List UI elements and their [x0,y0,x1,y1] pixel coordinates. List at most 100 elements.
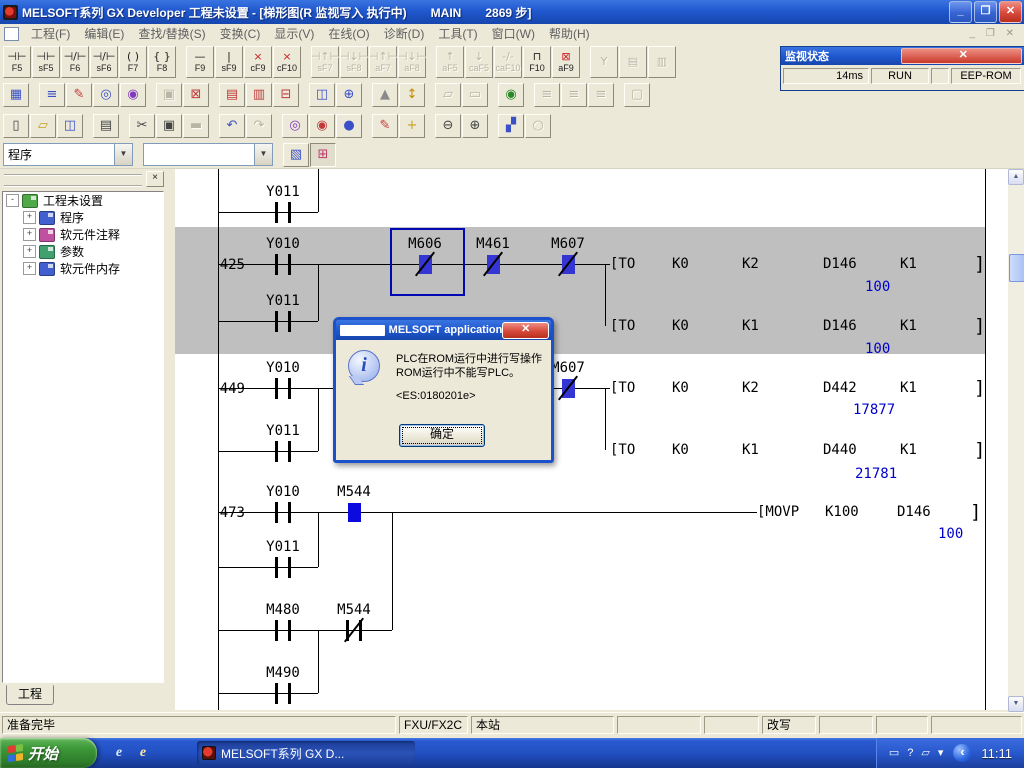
find-step-icon[interactable]: ◉ [120,83,146,107]
ladder-contact-Y011[interactable] [288,441,291,462]
delete-line-button[interactable]: ⊠aF9 [552,46,580,78]
find-device-icon[interactable]: ◎ [93,83,119,107]
delete-row-icon[interactable]: ⊟ [273,83,299,107]
options-icon[interactable]: ○ [525,114,551,138]
pause-monitor-icon[interactable]: ▲ [372,83,398,107]
tree-node-root[interactable]: -工程未设置 [3,192,163,209]
paste-icon[interactable]: ▬ [183,114,209,138]
comment-display-icon[interactable]: ▧ [283,143,309,167]
data-name-combo[interactable]: ▼ [143,143,273,166]
keyboard-icon[interactable]: ▭ [889,747,899,759]
zoom-in-icon[interactable]: ⊕ [462,114,488,138]
ladder-contact-Y011[interactable] [275,557,278,578]
close-icon[interactable]: ✕ [502,322,549,339]
scrollbar-thumb[interactable] [1009,254,1024,282]
ladder-contact-M480[interactable] [288,620,291,641]
ladder-contact-Y011[interactable] [288,557,291,578]
menu-item-7[interactable]: 诊断(D) [377,26,432,42]
pulse-closed-branch-button[interactable]: ⊣↓⊢aF8 [398,46,426,78]
application-instruction-button[interactable]: { }F8 [148,46,176,78]
ladder-contact-M490[interactable] [288,683,291,704]
project-tab[interactable]: 工程 [6,685,54,705]
expand-toggle-icon[interactable]: - [6,194,19,207]
restore-tray-icon[interactable]: ▱ [921,747,929,759]
instruction-help-button[interactable]: ▤ [619,46,647,78]
start-button[interactable]: 开始 [0,738,97,768]
panel-grip[interactable] [4,174,142,187]
delete-vertical-line-button[interactable]: ×cF10 [273,46,301,78]
menu-item-3[interactable]: 查找/替换(S) [131,26,212,42]
pulse-branch-button[interactable]: ⊣↑⊢aF7 [369,46,397,78]
closed-contact-button[interactable]: ⊣/⊢F6 [61,46,89,78]
partial-run-icon[interactable]: ≡ [561,83,587,107]
start-monitor-icon[interactable]: ↕ [399,83,425,107]
expand-toggle-icon[interactable]: + [23,262,36,275]
pulse-closed-contact-button[interactable]: ⊣↓⊢sF8 [340,46,368,78]
close-button[interactable]: ✕ [999,1,1022,23]
pulse-contact-button[interactable]: ⊣↑⊢sF7 [311,46,339,78]
find-icon[interactable]: ◎ [282,114,308,138]
open-contact-button[interactable]: ⊣⊢F5 [3,46,31,78]
display-setting-icon[interactable]: ▢ [624,83,650,107]
tile-windows-icon[interactable]: ▭ [462,83,488,107]
minimize-button[interactable]: _ [949,1,972,23]
open-branch-button[interactable]: ⊣⊢sF5 [32,46,60,78]
menu-item-5[interactable]: 显示(V) [267,26,321,42]
project-data-list-icon[interactable]: ≡ [39,83,65,107]
tree-node-3[interactable]: +参数 [3,243,163,260]
ladder-contact-Y010[interactable] [275,502,278,523]
falling-pulse-button[interactable]: ↓caF5 [465,46,493,78]
tree-display-icon[interactable]: ⊞ [310,143,336,167]
menu-item-8[interactable]: 工具(T) [431,26,484,42]
chevron-down-icon[interactable]: ▾ [938,747,944,759]
ladder-contact-Y011[interactable] [275,441,278,462]
menu-item-1[interactable]: 工程(F) [24,26,77,42]
delete-all-icon[interactable]: ⊠ [183,83,209,107]
expand-toggle-icon[interactable]: + [23,245,36,258]
ladder-contact-Y011[interactable] [288,311,291,332]
horizontal-line-button[interactable]: —F9 [186,46,214,78]
panel-close-icon[interactable]: × [146,171,164,187]
cut-icon[interactable]: ✂ [129,114,155,138]
entry-monitor-icon[interactable]: ⊕ [336,83,362,107]
edit-line-button[interactable]: ⊓F10 [523,46,551,78]
expand-toggle-icon[interactable]: + [23,211,36,224]
menu-item-9[interactable]: 窗口(W) [485,26,542,42]
ladder-contact-M480[interactable] [275,620,278,641]
wiring-check-button[interactable]: Y [590,46,618,78]
open-icon[interactable]: ▱ [30,114,56,138]
ladder-contact-Y011[interactable] [275,202,278,223]
chevron-down-icon[interactable]: ▼ [114,144,132,165]
stamp-icon[interactable]: ▣ [156,83,182,107]
ladder-editor[interactable]: Y011Y010M606M461M607Y011Y010M607Y011Y010… [175,169,1008,710]
redo-icon[interactable]: ↷ [246,114,272,138]
zoom-out-icon[interactable]: ⊖ [435,114,461,138]
menu-item-6[interactable]: 在线(O) [321,26,376,42]
ladder-contact-Y010[interactable] [288,378,291,399]
ladder-block-button[interactable]: ▥ [648,46,676,78]
new-icon[interactable]: ▯ [3,114,29,138]
insert-row-icon[interactable]: ▤ [219,83,245,107]
mdi-child-controls[interactable]: _ ❐ ✕ [970,28,1018,39]
forced-io-icon[interactable]: + [399,114,425,138]
insert-column-icon[interactable]: ▥ [246,83,272,107]
save-icon[interactable]: ◫ [57,114,83,138]
mdi-child-icon[interactable] [4,27,19,41]
internet-explorer-icon[interactable]: e [110,744,128,762]
invert-operation-button[interactable]: -/-caF10 [494,46,522,78]
print-icon[interactable]: ▤ [93,114,119,138]
skip-run-icon[interactable]: ≡ [534,83,560,107]
tree-node-4[interactable]: +软元件内存 [3,260,163,277]
tree-node-2[interactable]: +软元件注释 [3,226,163,243]
device-batch-monitor-icon[interactable]: ◫ [309,83,335,107]
find-replace-icon[interactable]: ● [336,114,362,138]
ladder-mode-icon[interactable]: ▦ [3,83,29,107]
closed-branch-button[interactable]: ⊣/⊢sF6 [90,46,118,78]
data-type-combo[interactable]: 程序 ▼ [3,143,133,166]
restore-button[interactable]: ❐ [974,1,997,23]
step-run-icon[interactable]: ≡ [588,83,614,107]
menu-item-4[interactable]: 变换(C) [213,26,268,42]
device-test-icon[interactable]: ✎ [372,114,398,138]
menu-item-10[interactable]: 帮助(H) [542,26,597,42]
ladder-selection-cursor[interactable] [390,228,465,296]
